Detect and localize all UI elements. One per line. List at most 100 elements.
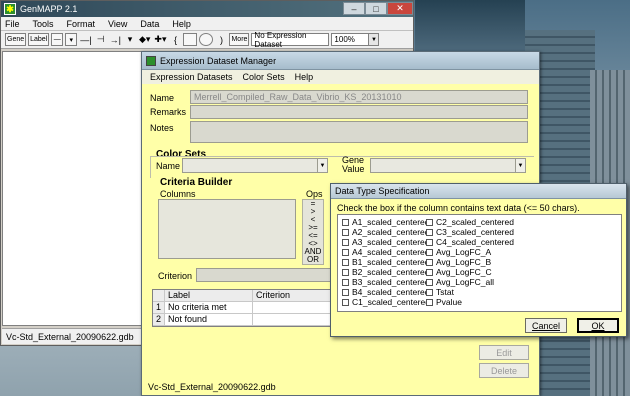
- text-data-checkbox[interactable]: [342, 228, 349, 236]
- columns-label: Columns: [160, 189, 196, 199]
- table-row[interactable]: 1 No criteria met: [153, 302, 341, 314]
- more-tools-button[interactable]: More: [229, 33, 250, 46]
- chevron-down-icon: ▼: [317, 159, 327, 172]
- genmapp-titlebar: ✱ GenMAPP 2.1 – □ ✕: [1, 1, 413, 17]
- column-checkbox-row[interactable]: B4_scaled_centered: [342, 287, 430, 297]
- text-data-checkbox[interactable]: [342, 258, 349, 266]
- shape-tool-icon[interactable]: ✚▾: [153, 33, 167, 46]
- menu-expression-datasets[interactable]: Expression Datasets: [150, 72, 233, 82]
- text-data-checkbox[interactable]: [342, 218, 349, 226]
- column-name-label: C1_scaled_centered: [352, 297, 430, 307]
- oval-tool-icon[interactable]: [199, 33, 214, 46]
- grid-header-label: Label: [165, 290, 253, 301]
- column-checkbox-row[interactable]: Avg_LogFC_C: [426, 267, 514, 277]
- genmapp-menubar: File Tools Format View Data Help: [1, 17, 413, 31]
- column-checkbox-row[interactable]: B2_scaled_centered: [342, 267, 430, 277]
- cancel-button[interactable]: Cancel: [525, 318, 567, 333]
- line-tool-icon[interactable]: —|: [79, 33, 92, 46]
- text-data-checkbox[interactable]: [342, 268, 349, 276]
- column-checkbox-row[interactable]: C3_scaled_centered: [426, 227, 514, 237]
- gene-box-tool[interactable]: Gene: [5, 33, 27, 46]
- gene-database-status: Vc-Std_External_20090622.gdb: [6, 331, 134, 342]
- text-data-checkbox[interactable]: [426, 228, 433, 236]
- text-data-checkbox[interactable]: [426, 258, 433, 266]
- text-data-checkbox[interactable]: [426, 278, 433, 286]
- maximize-button[interactable]: □: [365, 2, 387, 15]
- column-checkbox-row[interactable]: C2_scaled_centered: [426, 217, 514, 227]
- column-checkbox-row[interactable]: Pvalue: [426, 297, 514, 307]
- label-tool[interactable]: Label: [28, 33, 50, 46]
- column-checkbox-row[interactable]: B3_scaled_centered: [342, 277, 430, 287]
- text-data-checkbox[interactable]: [426, 268, 433, 276]
- edit-button[interactable]: Edit: [479, 345, 529, 360]
- text-data-checkbox[interactable]: [426, 248, 433, 256]
- column-checkbox-row[interactable]: C4_scaled_centered: [426, 237, 514, 247]
- menu-format[interactable]: Format: [67, 19, 96, 29]
- text-data-checkbox[interactable]: [426, 298, 433, 306]
- criteria-grid[interactable]: Label Criterion 1 No criteria met 2 Not …: [152, 289, 342, 327]
- minimize-button[interactable]: –: [343, 2, 365, 15]
- column-checkbox-row[interactable]: A2_scaled_centered: [342, 227, 430, 237]
- gene-value-select[interactable]: ▼: [370, 158, 526, 173]
- row-label[interactable]: Not found: [165, 314, 253, 325]
- table-row[interactable]: 2 Not found: [153, 314, 341, 326]
- menu-help[interactable]: Help: [172, 19, 191, 29]
- text-data-checkbox[interactable]: [342, 248, 349, 256]
- ok-button[interactable]: OK: [577, 318, 619, 333]
- delete-button[interactable]: Delete: [479, 363, 529, 378]
- remarks-field[interactable]: [190, 105, 528, 119]
- row-criterion[interactable]: [253, 302, 341, 313]
- text-data-checkbox[interactable]: [426, 218, 433, 226]
- arrow-dropdown-icon[interactable]: ▾: [124, 33, 136, 46]
- column-checkbox-row[interactable]: A4_scaled_centered: [342, 247, 430, 257]
- column-checkbox-row[interactable]: B1_scaled_centered: [342, 257, 430, 267]
- zoom-select[interactable]: 100% ▼: [331, 33, 380, 46]
- color-set-name-select[interactable]: ▼: [182, 158, 328, 173]
- column-checkbox-row[interactable]: Avg_LogFC_A: [426, 247, 514, 257]
- text-data-checkbox[interactable]: [342, 278, 349, 286]
- close-button[interactable]: ✕: [387, 2, 413, 15]
- dataset-name-field[interactable]: Merrell_Compiled_Raw_Data_Vibrio_KS_2013…: [190, 90, 528, 104]
- rectangle-tool-icon[interactable]: [183, 33, 198, 46]
- text-data-checkbox[interactable]: [342, 298, 349, 306]
- row-label[interactable]: No criteria met: [165, 302, 253, 313]
- receptor-tool-icon[interactable]: ⊣: [95, 33, 107, 46]
- columns-list[interactable]: [158, 199, 296, 259]
- column-name-label: Tstat: [436, 287, 454, 297]
- notes-field[interactable]: [190, 121, 528, 143]
- menu-data[interactable]: Data: [140, 19, 159, 29]
- menu-color-sets[interactable]: Color Sets: [243, 72, 285, 82]
- column-checkbox-row[interactable]: Avg_LogFC_B: [426, 257, 514, 267]
- text-data-checkbox[interactable]: [426, 238, 433, 246]
- menu-file[interactable]: File: [5, 19, 20, 29]
- text-data-checkbox[interactable]: [342, 288, 349, 296]
- row-criterion[interactable]: [253, 314, 341, 325]
- arc-tool-icon[interactable]: ): [215, 33, 227, 46]
- grid-corner: [153, 290, 165, 301]
- grid-header-row: Label Criterion: [153, 290, 341, 302]
- diamond-tool-icon[interactable]: ◆▾: [138, 33, 151, 46]
- brace-tool-icon[interactable]: {: [169, 33, 181, 46]
- column-checkbox-row[interactable]: Tstat: [426, 287, 514, 297]
- text-data-checkbox[interactable]: [342, 238, 349, 246]
- menu-tools[interactable]: Tools: [33, 19, 54, 29]
- column-checkbox-row[interactable]: A1_scaled_centered: [342, 217, 430, 227]
- column-checkbox-row[interactable]: Avg_LogFC_all: [426, 277, 514, 287]
- menu-help[interactable]: Help: [295, 72, 314, 82]
- criterion-field[interactable]: [196, 268, 336, 282]
- expression-dataset-select[interactable]: No Expression Dataset: [251, 31, 330, 49]
- column-checkbox-row[interactable]: C1_scaled_centered: [342, 297, 430, 307]
- column-checkbox-row[interactable]: A3_scaled_centered: [342, 237, 430, 247]
- op-or[interactable]: OR: [303, 256, 323, 264]
- criterion-label: Criterion: [158, 271, 193, 281]
- line-tool-icon[interactable]: —: [51, 33, 64, 46]
- text-data-checkbox[interactable]: [426, 288, 433, 296]
- operators-list[interactable]: = > < >= <= <> AND OR: [302, 199, 324, 265]
- menu-view[interactable]: View: [108, 19, 127, 29]
- arrow-tool-icon[interactable]: →|: [109, 33, 122, 46]
- column-name-label: B3_scaled_centered: [352, 277, 430, 287]
- grid-header-criterion: Criterion: [256, 290, 291, 300]
- zoom-value: 100%: [334, 35, 355, 44]
- column-name-label: Avg_LogFC_all: [436, 277, 494, 287]
- arrow-dropdown-icon[interactable]: ▾: [65, 33, 78, 46]
